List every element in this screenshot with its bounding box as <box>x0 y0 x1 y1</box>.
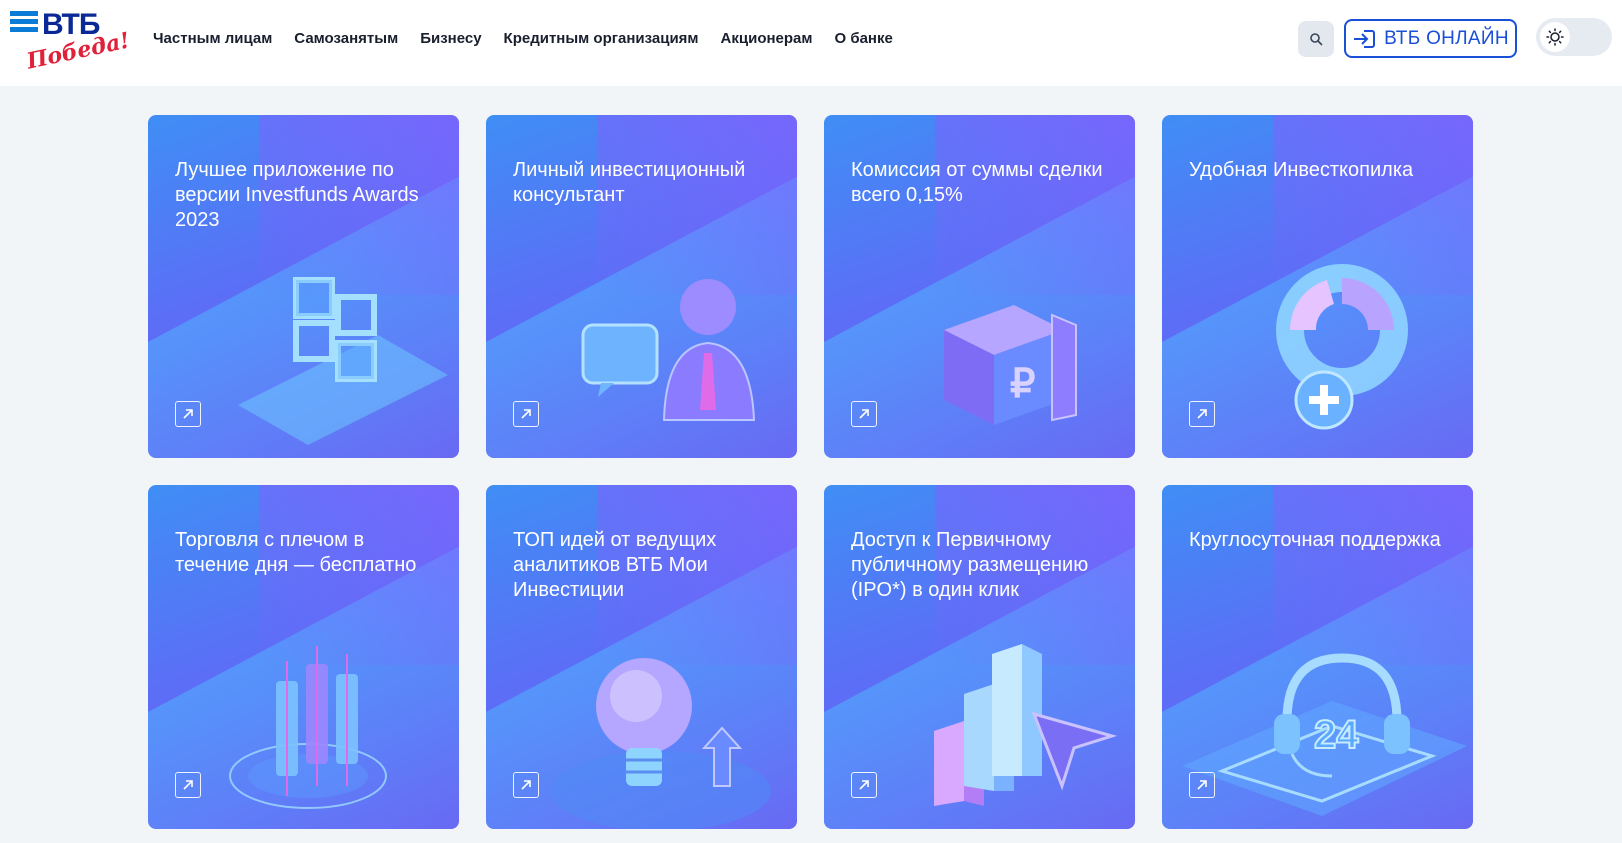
sun-icon <box>1546 28 1564 46</box>
card-link-button[interactable] <box>851 772 877 798</box>
search-button[interactable] <box>1298 21 1334 57</box>
card-link-button[interactable] <box>175 401 201 427</box>
svg-text:₽: ₽ <box>1010 362 1035 406</box>
arrow-up-right-icon <box>1197 780 1207 790</box>
card-link-button[interactable] <box>1189 772 1215 798</box>
card-title: Круглосуточная поддержка <box>1189 529 1441 551</box>
feature-card-support[interactable]: Круглосуточная поддержка 24 <box>1162 485 1473 829</box>
card-title: ТОП идей от ведущих аналитиков ВТБ Мои И… <box>513 529 717 601</box>
svg-text:24: 24 <box>1314 713 1359 757</box>
card-link-button[interactable] <box>851 401 877 427</box>
vtb-logo[interactable]: ВТБ Победа! <box>8 8 132 75</box>
card-link-button[interactable] <box>513 401 539 427</box>
feature-card-consultant[interactable]: Личный инвестиционный консультант <box>486 115 797 458</box>
site-header: ВТБ Победа! Частным лицам Самозанятым Би… <box>0 0 1622 86</box>
theme-toggle[interactable] <box>1536 18 1612 56</box>
arrow-up-right-icon <box>859 409 869 419</box>
login-icon <box>1354 29 1376 48</box>
feature-card-best-app[interactable]: Лучшее приложение по версии Investfunds … <box>148 115 459 458</box>
vtb-online-label: ВТБ ОНЛАЙН <box>1384 27 1509 49</box>
logo-stripes-icon <box>10 11 38 35</box>
feature-card-leverage[interactable]: Торговля с плечом в течение дня — беспла… <box>148 485 459 829</box>
card-title: Лучшее приложение по версии Investfunds … <box>175 159 419 231</box>
main-nav: Частным лицам Самозанятым Бизнесу Кредит… <box>153 30 915 47</box>
card-title: Торговля с плечом в течение дня — беспла… <box>175 529 417 576</box>
card-title: Личный инвестиционный консультант <box>513 159 746 206</box>
nav-item-credit-orgs[interactable]: Кредитным организациям <box>504 30 699 47</box>
nav-item-about[interactable]: О банке <box>834 30 892 47</box>
feature-card-commission[interactable]: Комиссия от суммы сделки всего 0,15% ₽ <box>824 115 1135 458</box>
arrow-up-right-icon <box>521 780 531 790</box>
arrow-up-right-icon <box>521 409 531 419</box>
arrow-up-right-icon <box>859 780 869 790</box>
card-title: Комиссия от суммы сделки всего 0,15% <box>851 159 1103 206</box>
arrow-up-right-icon <box>183 780 193 790</box>
feature-card-ipo[interactable]: Доступ к Первичному публичному размещени… <box>824 485 1135 829</box>
card-link-button[interactable] <box>513 772 539 798</box>
features-grid: Лучшее приложение по версии Investfunds … <box>148 115 1473 829</box>
nav-item-individuals[interactable]: Частным лицам <box>153 30 272 47</box>
feature-card-top-ideas[interactable]: ТОП идей от ведущих аналитиков ВТБ Мои И… <box>486 485 797 829</box>
arrow-up-right-icon <box>183 409 193 419</box>
nav-item-business[interactable]: Бизнесу <box>420 30 481 47</box>
search-icon <box>1310 33 1323 46</box>
arrow-up-right-icon <box>1197 409 1207 419</box>
vtb-online-button[interactable]: ВТБ ОНЛАЙН <box>1344 19 1517 58</box>
nav-item-shareholders[interactable]: Акционерам <box>721 30 813 47</box>
card-link-button[interactable] <box>1189 401 1215 427</box>
card-link-button[interactable] <box>175 772 201 798</box>
card-title: Удобная Инвесткопилка <box>1189 159 1414 181</box>
nav-item-self-employed[interactable]: Самозанятым <box>294 30 398 47</box>
theme-toggle-knob <box>1540 22 1570 52</box>
card-title: Доступ к Первичному публичному размещени… <box>851 529 1089 601</box>
feature-card-piggybank[interactable]: Удобная Инвесткопилка <box>1162 115 1473 458</box>
